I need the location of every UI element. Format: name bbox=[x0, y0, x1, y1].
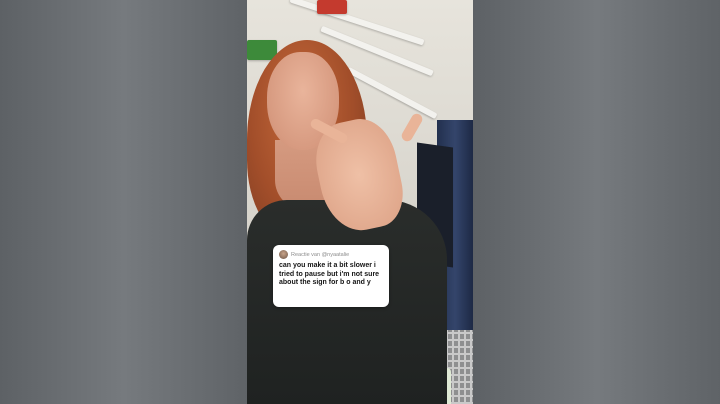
comment-text: can you make it a bit slower i tried to … bbox=[279, 262, 380, 287]
red-object bbox=[317, 0, 347, 14]
comment-reply-card[interactable]: Reactie van @nyaatalie can you make it a… bbox=[273, 245, 389, 307]
reply-label: Reactie van @nyaatalie bbox=[291, 251, 350, 258]
blurred-background-right bbox=[473, 0, 720, 404]
avatar-icon bbox=[279, 250, 288, 259]
blurred-background-left bbox=[0, 0, 247, 404]
video-frame[interactable] bbox=[247, 0, 473, 404]
card-header: Reactie van @nyaatalie bbox=[279, 250, 383, 259]
